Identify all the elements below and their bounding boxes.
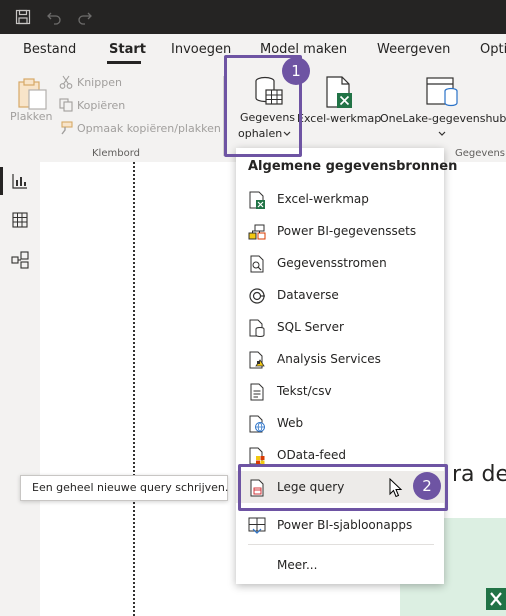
- data-group-label: Gegevens: [455, 148, 506, 159]
- onelake-data-hub-icon[interactable]: [426, 76, 460, 108]
- callout-badge-step1: 1: [282, 57, 310, 85]
- report-view-icon[interactable]: [12, 173, 28, 189]
- dropdown-item-dataverse[interactable]: Dataverse: [236, 279, 444, 311]
- dropdown-item-label: Meer...: [277, 558, 318, 572]
- dropdown-item-dataflows[interactable]: Gegevensstromen: [236, 247, 444, 279]
- excel-icon: [249, 191, 265, 209]
- page-boundary-dotted-line: [133, 162, 135, 616]
- dropdown-item-label: Dataverse: [277, 288, 339, 302]
- onelake-data-hub-button[interactable]: OneLake-gegevenshub: [380, 112, 506, 125]
- cut-icon: [59, 75, 73, 89]
- table-view-icon[interactable]: [12, 212, 28, 228]
- copy-button[interactable]: Kopiëren: [77, 99, 125, 112]
- text-csv-icon: [250, 383, 264, 401]
- tab-options[interactable]: Opti: [480, 42, 506, 57]
- paste-button-label[interactable]: Plakken: [10, 110, 53, 123]
- format-painter-icon: [61, 121, 73, 135]
- mouse-cursor-icon: [389, 478, 403, 498]
- tooltip-text: Een geheel nieuwe query schrijven.: [32, 481, 229, 494]
- dropdown-item-label: Gegevensstromen: [277, 256, 387, 270]
- dataflow-icon: [250, 255, 264, 273]
- dropdown-item-more[interactable]: Meer...: [236, 549, 444, 581]
- dropdown-item-label: Analysis Services: [277, 352, 381, 366]
- dropdown-item-label: Power BI-sjabloonapps: [277, 518, 413, 532]
- save-icon[interactable]: [15, 9, 31, 25]
- template-apps-icon: [248, 517, 266, 534]
- paste-icon[interactable]: [16, 76, 50, 110]
- dropdown-divider: [248, 544, 434, 545]
- excel-workbook-button[interactable]: Excel-werkmap: [297, 112, 381, 125]
- excel-workbook-icon[interactable]: [324, 76, 354, 110]
- callout-badge-step2: 2: [413, 472, 441, 500]
- tab-invoegen[interactable]: Invoegen: [171, 42, 231, 57]
- chevron-down-icon[interactable]: [438, 131, 446, 137]
- model-view-icon[interactable]: [11, 251, 29, 269]
- copy-icon: [59, 98, 73, 112]
- dropdown-item-label: SQL Server: [277, 320, 344, 334]
- tab-bestand[interactable]: Bestand: [23, 42, 76, 57]
- dropdown-item-web[interactable]: Web: [236, 407, 444, 439]
- odata-icon: [249, 447, 265, 465]
- analysis-services-icon: [249, 351, 265, 369]
- title-bar: [0, 0, 506, 34]
- dropdown-item-label: Excel-werkmap: [277, 192, 369, 206]
- cut-button[interactable]: Knippen: [77, 76, 122, 89]
- canvas-partial-text: ra de: [452, 462, 506, 487]
- dropdown-item-analysis-services[interactable]: Analysis Services: [236, 343, 444, 375]
- tab-weergeven[interactable]: Weergeven: [377, 42, 450, 57]
- active-tab-indicator: [107, 61, 141, 64]
- dropdown-title: Algemene gegevensbronnen: [248, 159, 458, 174]
- undo-icon[interactable]: [46, 9, 62, 25]
- format-painter-button[interactable]: Opmaak kopiëren/plakken: [77, 122, 221, 135]
- dropdown-item-label: Web: [277, 416, 304, 430]
- redo-icon[interactable]: [77, 9, 93, 25]
- dropdown-item-sql-server[interactable]: SQL Server: [236, 311, 444, 343]
- web-icon: [249, 415, 265, 433]
- tab-start[interactable]: Start: [109, 42, 146, 57]
- dropdown-item-excel-workbook[interactable]: Excel-werkmap: [236, 183, 444, 215]
- excel-icon: [486, 588, 506, 610]
- clipboard-group-label: Klembord: [92, 148, 140, 159]
- dropdown-item-label: Power BI-gegevenssets: [277, 224, 417, 238]
- dropdown-item-label: Tekst/csv: [277, 384, 332, 398]
- sql-server-icon: [249, 319, 265, 337]
- view-switcher-rail: [0, 162, 40, 616]
- dropdown-item-label: OData-feed: [277, 448, 347, 462]
- dropdown-item-template-apps[interactable]: Power BI-sjabloonapps: [236, 509, 444, 541]
- dataset-icon: [248, 224, 266, 240]
- dropdown-item-text-csv[interactable]: Tekst/csv: [236, 375, 444, 407]
- dataverse-icon: [249, 288, 265, 304]
- active-view-indicator: [0, 167, 3, 195]
- dropdown-item-power-bi-datasets[interactable]: Power BI-gegevenssets: [236, 215, 444, 247]
- blank-query-tooltip: Een geheel nieuwe query schrijven.: [20, 475, 228, 501]
